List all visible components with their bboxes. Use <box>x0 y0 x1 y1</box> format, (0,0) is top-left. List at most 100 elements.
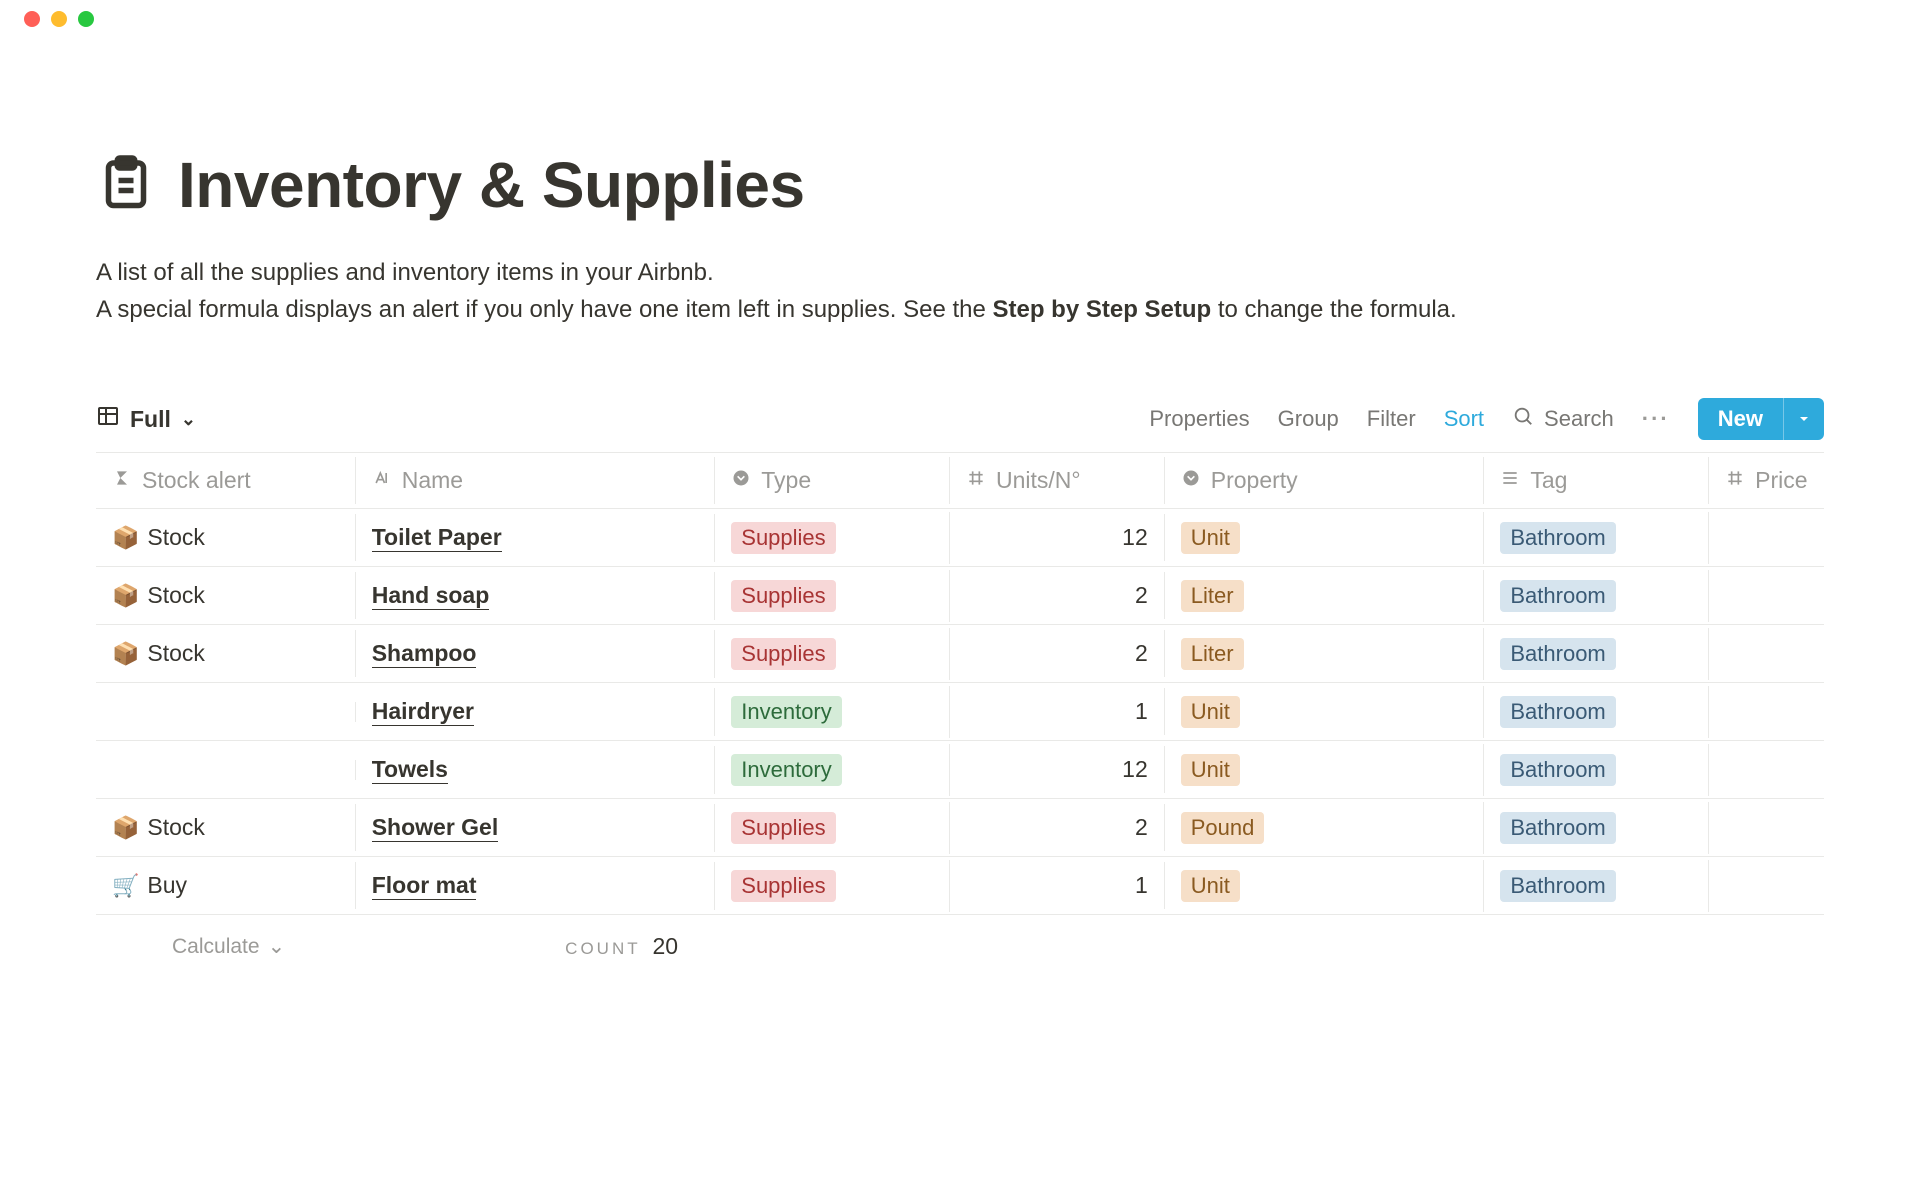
units-cell[interactable]: 1 <box>950 862 1165 909</box>
properties-button[interactable]: Properties <box>1149 406 1249 432</box>
property-pill: Unit <box>1181 696 1240 728</box>
type-pill: Inventory <box>731 696 842 728</box>
name-cell[interactable]: Shampoo <box>356 630 716 678</box>
item-name-link[interactable]: Floor mat <box>372 872 477 900</box>
table-row[interactable]: 📦Stock Hand soap Supplies2LiterBathroom <box>96 567 1824 625</box>
tag-cell[interactable]: Bathroom <box>1484 860 1709 912</box>
price-cell[interactable] <box>1709 818 1824 838</box>
item-name-link[interactable]: Shower Gel <box>372 814 499 842</box>
name-cell[interactable]: Towels <box>356 746 716 794</box>
package-icon: 📦 <box>112 641 139 667</box>
units-cell[interactable]: 1 <box>950 688 1165 735</box>
tag-cell[interactable]: Bathroom <box>1484 512 1709 564</box>
table-row[interactable]: Hairdryer Inventory 1 Unit Bathroom <box>96 683 1824 741</box>
new-button[interactable]: New <box>1698 398 1783 440</box>
table-row[interactable]: 📦Stock Toilet Paper Supplies12 Unit Bathroom <box>96 509 1824 567</box>
stock-alert-cell[interactable] <box>96 702 356 722</box>
column-header-type[interactable]: Type <box>715 457 950 504</box>
filter-button[interactable]: Filter <box>1367 406 1416 432</box>
units-cell[interactable]: 12 <box>950 514 1165 561</box>
table-row[interactable]: 📦Stock Shampoo Supplies 2 Liter Bathroom <box>96 625 1824 683</box>
price-cell[interactable] <box>1709 702 1824 722</box>
name-cell[interactable]: Shower Gel <box>356 804 716 852</box>
price-cell[interactable] <box>1709 528 1824 548</box>
price-cell[interactable] <box>1709 586 1824 606</box>
property-cell[interactable]: Pound <box>1165 802 1485 854</box>
description-line-2: A special formula displays an alert if y… <box>96 291 1824 328</box>
property-cell[interactable]: Liter <box>1165 628 1485 680</box>
tag-cell[interactable]: Bathroom <box>1484 628 1709 680</box>
units-cell[interactable]: 2 <box>950 804 1165 851</box>
item-name-link[interactable]: Hand soap <box>372 582 490 610</box>
type-pill: Supplies <box>731 638 835 670</box>
column-header-property[interactable]: Property <box>1165 457 1485 504</box>
text-icon <box>372 467 392 494</box>
type-cell[interactable]: Inventory <box>715 686 950 738</box>
more-options-button[interactable]: ··· <box>1642 406 1670 432</box>
stock-alert-cell[interactable]: 📦Stock <box>96 572 356 619</box>
column-header-price[interactable]: Price <box>1709 457 1824 504</box>
type-cell[interactable]: Supplies <box>715 570 950 622</box>
property-cell[interactable]: Unit <box>1165 744 1485 796</box>
property-cell[interactable]: Unit <box>1165 860 1485 912</box>
property-pill: Unit <box>1181 522 1240 554</box>
item-name-link[interactable]: Hairdryer <box>372 698 474 726</box>
type-cell[interactable]: Supplies <box>715 512 950 564</box>
item-name-link[interactable]: Towels <box>372 756 448 784</box>
price-cell[interactable] <box>1709 760 1824 780</box>
property-cell[interactable]: Liter <box>1165 570 1485 622</box>
stock-alert-cell[interactable]: 🛒Buy <box>96 862 356 909</box>
maximize-window-button[interactable] <box>78 11 94 27</box>
table-row[interactable]: 📦Stock Shower Gel Supplies2 Pound Bathroom <box>96 799 1824 857</box>
column-header-units[interactable]: Units/N° <box>950 457 1165 504</box>
select-icon <box>1181 467 1201 494</box>
stock-alert-cell[interactable]: 📦Stock <box>96 630 356 677</box>
type-cell[interactable]: Inventory <box>715 744 950 796</box>
sort-button[interactable]: Sort <box>1444 406 1484 432</box>
select-icon <box>731 467 751 494</box>
view-selector[interactable]: Full ⌄ <box>96 404 196 434</box>
column-header-name[interactable]: Name <box>356 457 716 504</box>
name-cell[interactable]: Hand soap <box>356 572 716 620</box>
column-header-tag[interactable]: Tag <box>1484 457 1709 504</box>
name-cell[interactable]: Toilet Paper <box>356 514 716 562</box>
stock-alert-cell[interactable]: 📦Stock <box>96 804 356 851</box>
price-cell[interactable] <box>1709 644 1824 664</box>
property-cell[interactable]: Unit <box>1165 512 1485 564</box>
close-window-button[interactable] <box>24 11 40 27</box>
tag-pill: Bathroom <box>1500 754 1615 786</box>
property-pill: Liter <box>1181 638 1244 670</box>
property-pill: Unit <box>1181 870 1240 902</box>
table-row[interactable]: 🛒Buy Floor mat Supplies1 Unit Bathroom <box>96 857 1824 915</box>
tag-cell[interactable]: Bathroom <box>1484 802 1709 854</box>
group-button[interactable]: Group <box>1278 406 1339 432</box>
package-icon: 📦 <box>112 583 139 609</box>
window-titlebar <box>0 0 1920 38</box>
minimize-window-button[interactable] <box>51 11 67 27</box>
units-cell[interactable]: 12 <box>950 746 1165 793</box>
units-cell[interactable]: 2 <box>950 572 1165 619</box>
description-line-1: A list of all the supplies and inventory… <box>96 254 1824 291</box>
stock-alert-cell[interactable] <box>96 760 356 780</box>
price-cell[interactable] <box>1709 876 1824 896</box>
name-cell[interactable]: Hairdryer <box>356 688 716 736</box>
tag-cell[interactable]: Bathroom <box>1484 686 1709 738</box>
calculate-dropdown[interactable]: Calculate ⌄ <box>172 934 285 959</box>
column-header-stock-alert[interactable]: Stock alert <box>96 457 356 504</box>
item-name-link[interactable]: Shampoo <box>372 640 477 668</box>
stock-alert-cell[interactable]: 📦Stock <box>96 514 356 561</box>
type-cell[interactable]: Supplies <box>715 628 950 680</box>
tag-cell[interactable]: Bathroom <box>1484 570 1709 622</box>
new-dropdown-button[interactable] <box>1783 398 1824 440</box>
item-name-link[interactable]: Toilet Paper <box>372 524 502 552</box>
type-cell[interactable]: Supplies <box>715 802 950 854</box>
number-icon <box>966 467 986 494</box>
property-cell[interactable]: Unit <box>1165 686 1485 738</box>
property-pill: Pound <box>1181 812 1265 844</box>
tag-cell[interactable]: Bathroom <box>1484 744 1709 796</box>
name-cell[interactable]: Floor mat <box>356 862 716 910</box>
search-button[interactable]: Search <box>1512 405 1614 433</box>
type-cell[interactable]: Supplies <box>715 860 950 912</box>
units-cell[interactable]: 2 <box>950 630 1165 677</box>
table-row[interactable]: Towels Inventory12Unit Bathroom <box>96 741 1824 799</box>
